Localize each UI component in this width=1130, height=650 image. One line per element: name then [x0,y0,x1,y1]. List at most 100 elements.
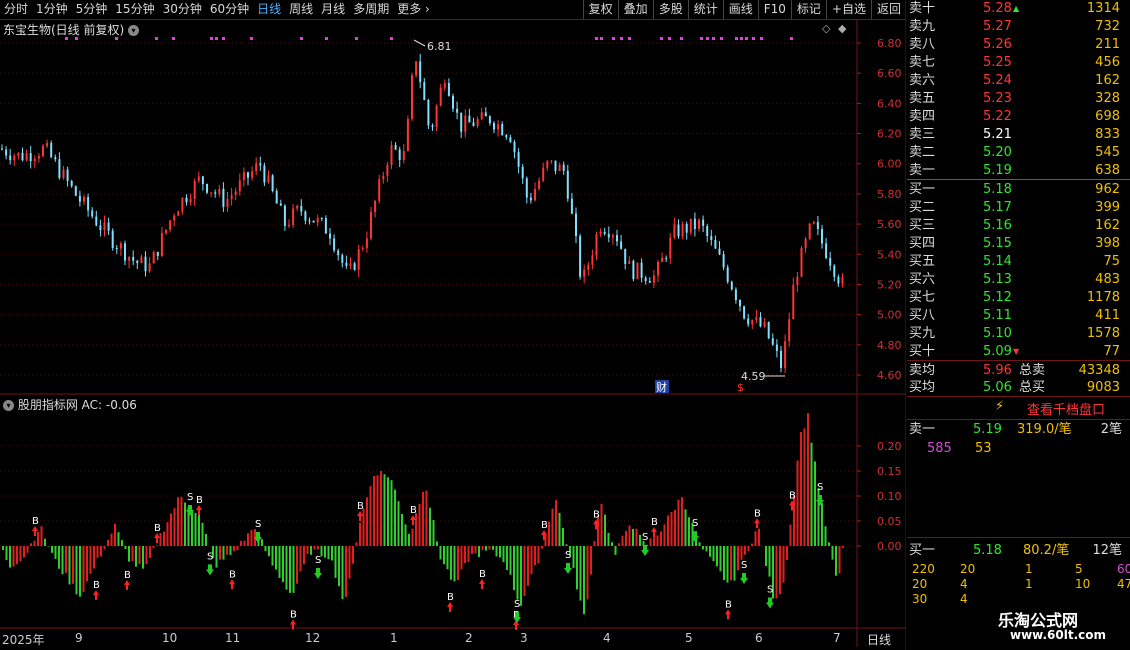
candle-body [13,155,16,161]
dropdown-icon[interactable]: ▾ [128,25,140,36]
buy-level-row[interactable]: 买九 5.10 1578 [907,325,1130,343]
candle-body [558,164,561,171]
sell-level-row[interactable]: 卖十 5.28 1314 ▲ [907,0,1130,18]
xaxis-label: 12 [305,631,321,645]
candle-body [361,248,364,250]
level-price: 5.15 [983,236,1012,251]
candle-body [226,198,229,207]
sell-signal-label: S [514,599,520,610]
indicator-panel-title: ▾ 股朋指标网 AC: -0.06 [3,396,137,413]
level-label: 卖一 [909,163,936,178]
candle-body [337,250,340,256]
signal-dot [628,37,631,40]
candle-body [136,260,139,264]
xaxis-label: 7 [833,631,841,645]
level-volume: 698 [1095,109,1120,124]
candle-body [193,180,196,200]
candle-body [689,218,692,233]
buy-signal-label: B [447,592,454,603]
candle-body [575,213,577,237]
buy-signal-label: B [789,491,796,502]
sell-level-row[interactable]: 卖八 5.26 211 [907,36,1130,54]
candle-body [406,118,409,151]
sell-level-row[interactable]: 卖二 5.20 545 [907,144,1130,162]
arrow-up-icon [229,579,235,590]
indicator-title: 股朋指标网 AC: -0.06 [17,398,137,412]
sell-level-row[interactable]: 卖六 5.24 162 [907,72,1130,90]
buy-signal-label: B [593,509,600,520]
buy-level-row[interactable]: 买八 5.11 411 [907,307,1130,325]
buy-level-row[interactable]: 买二 5.17 399 [907,199,1130,217]
sell-signal-label: S [692,518,698,529]
candle-body [747,318,750,325]
candle-body [238,180,241,192]
queue-volume: 1 [1025,562,1033,576]
dropdown-icon[interactable]: ▾ [3,400,14,411]
sell-level-row[interactable]: 卖七 5.25 456 [907,54,1130,72]
sell-level-row[interactable]: 卖四 5.22 698 [907,108,1130,126]
price-annotations: 6.81 4.59 财 $ [413,39,785,394]
candle-body [160,233,163,257]
queue-volume: 600 [1117,562,1130,576]
level-label: 买七 [909,290,936,305]
candle-body [706,226,709,237]
diamond-icon[interactable]: ◇ [822,22,830,35]
sell-level-row[interactable]: 卖五 5.23 328 [907,90,1130,108]
level-label: 买四 [909,236,936,251]
candle-body [456,108,459,113]
candle-body [669,237,672,259]
price-panel-title: 东宝生物(日线 前复权) ▾ [3,21,140,38]
candle-body [652,275,655,283]
candle-body [501,123,504,136]
level-volume: 77 [1103,344,1120,359]
buy-level-row[interactable]: 买五 5.14 75 [907,253,1130,271]
candle-body [128,256,131,261]
buy-level-row[interactable]: 买七 5.12 1178 [907,289,1130,307]
candle-body [345,262,348,266]
sell-level-row[interactable]: 卖三 5.21 833 [907,126,1130,144]
sell-level-row[interactable]: 卖九 5.27 732 [907,18,1130,36]
arrow-up-icon [651,527,657,537]
buy-signal-label: B [479,569,486,580]
candle-body [29,153,32,162]
candle-body [87,196,90,211]
level-price: 5.16 [983,218,1012,233]
buy-signal-label: B [410,505,417,516]
candle-body [296,205,299,209]
candle-body [554,160,557,171]
candle-body [288,224,290,226]
queue-volume: 30 [912,592,928,606]
xaxis-label: 3 [520,631,528,645]
buy-level-row[interactable]: 买一 5.18 962 [907,181,1130,199]
buy-level-row[interactable]: 买四 5.15 398 [907,235,1130,253]
candle-body [165,229,167,234]
candle-body [521,166,524,179]
candle-body [624,248,627,264]
queue-volume: 20 [960,562,976,576]
triangle-down-icon: ▼ [1013,347,1020,356]
diamond-filled-icon[interactable]: ◆ [838,22,846,35]
buy-level-row[interactable]: 买三 5.16 162 [907,217,1130,235]
buy-level-row[interactable]: 买十 5.09 77 ▼ [907,343,1130,361]
candle-body [423,82,426,100]
level-volume: 162 [1095,73,1120,88]
sell-level-row[interactable]: 卖一 5.19 638 [907,162,1130,180]
candle-body [107,222,110,231]
candle-body [644,277,647,281]
candle-body [222,188,225,207]
candle-body [685,223,688,233]
candle-body [33,158,36,162]
candle-body [722,254,725,268]
level-label: 卖八 [909,37,936,52]
buy-level-row[interactable]: 买六 5.13 483 [907,271,1130,289]
candle-body [411,75,413,119]
candle-body [210,192,213,194]
signal-dot [760,37,763,40]
candle-body [472,122,475,127]
low-label: 4.59 [741,370,766,383]
chart-canvas[interactable]: 6.80 6.60 6.40 6.20 6.00 5.80 5.60 5.40 5.20 5.00… [0,0,906,650]
level-label: 卖四 [909,109,936,124]
candle-body [1,148,3,150]
candle-body [710,236,713,241]
view-full-depth-button[interactable]: ⚡ 查看千档盘口 [907,399,1130,418]
